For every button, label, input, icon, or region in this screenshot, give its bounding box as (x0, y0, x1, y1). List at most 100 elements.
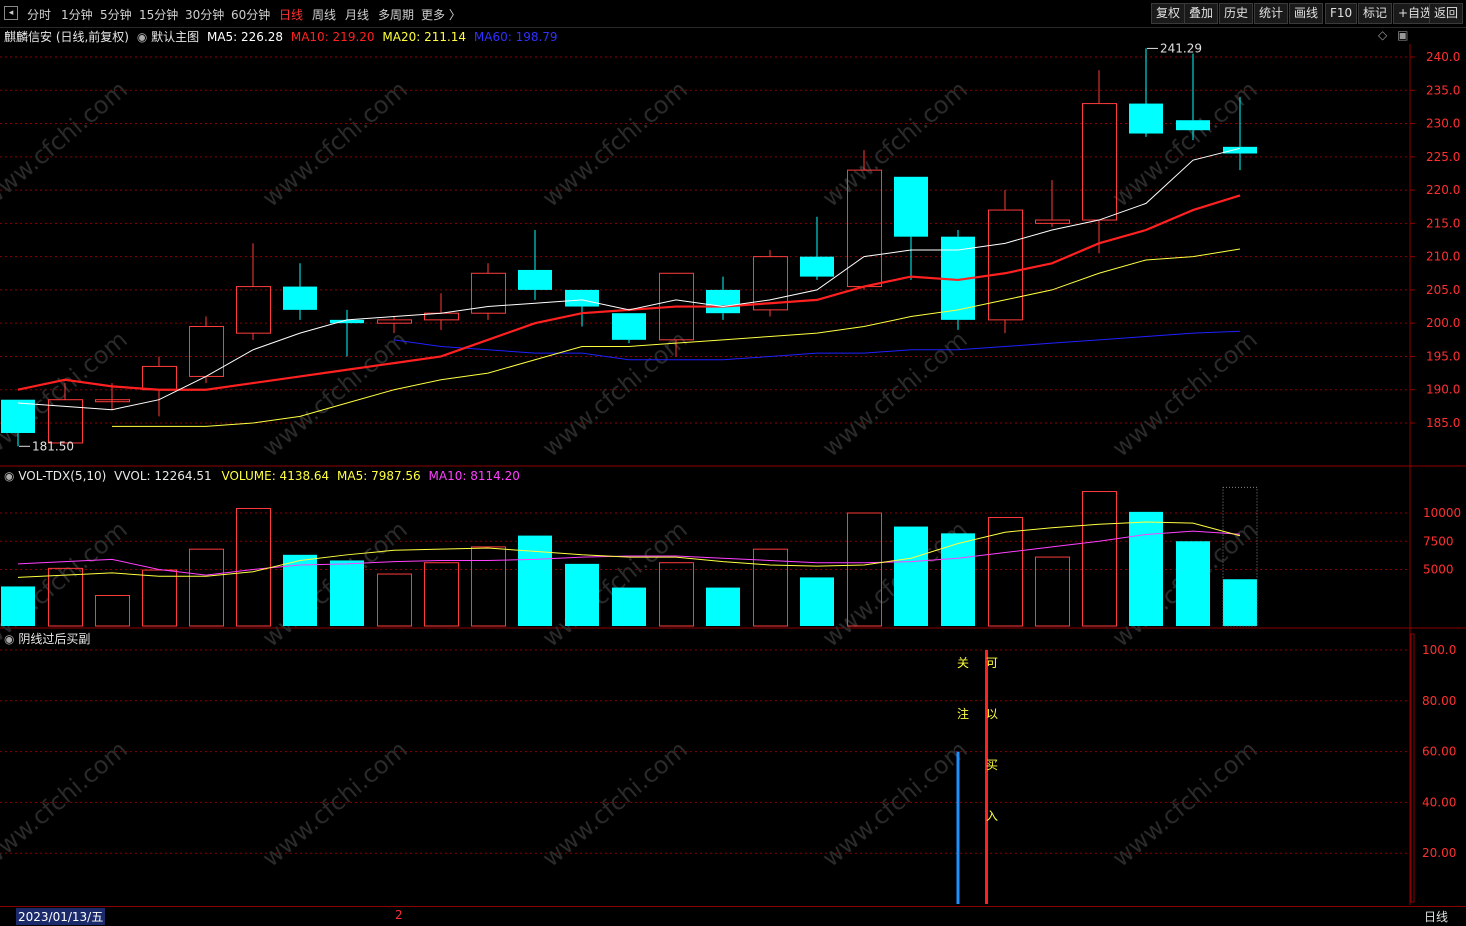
volume-bar-up (1082, 491, 1117, 627)
volume-bar-up (988, 517, 1023, 627)
high-price-label: 241.29 (1160, 41, 1202, 55)
signal-watch-text: 注 (957, 706, 969, 721)
volume-bar-up (95, 594, 130, 627)
volume-bar-up (377, 573, 412, 627)
watermark-text: www.cfchi.com (537, 735, 693, 872)
vol-indicator-name[interactable]: VOL-TDX(5,10) (18, 469, 106, 483)
volume-bar-up (1035, 556, 1070, 627)
ind-toggle-icon[interactable]: ◉ (4, 632, 14, 646)
price-tick-label: 235.0 (1426, 83, 1460, 97)
panel-controls: ◇ ▣ (1378, 28, 1408, 42)
watermark-text: www.cfchi.com (257, 325, 413, 462)
signal-buy-text: 可 (986, 656, 998, 670)
volume-bar-down (894, 526, 928, 626)
candle-body-up (988, 209, 1023, 321)
volume-bar-up (471, 546, 506, 627)
watermark-text: www.cfchi.com (0, 735, 133, 872)
watermark-text: www.cfchi.com (257, 735, 413, 872)
candle-body-up (377, 319, 412, 324)
ma5-value: MA5: 226.28 (206, 30, 284, 44)
candle-body-down (894, 176, 928, 237)
watermark-text: www.cfchi.com (1107, 325, 1263, 462)
ma10-line (17, 194, 1241, 391)
watermark-text: www.cfchi.com (257, 75, 413, 212)
volume-bar-down (612, 587, 646, 626)
ind-panel-header: ◉ 阴线过后买副 (4, 630, 90, 647)
candle-body-down (800, 256, 834, 277)
volume-bar-down (1, 586, 35, 626)
volume-bar-down (518, 535, 552, 626)
price-tick-label: 200.0 (1426, 316, 1460, 330)
candle-body-down (565, 289, 599, 307)
volume-bar-down (1129, 511, 1163, 626)
vol-ma5-value: MA5: 7987.56 (337, 469, 421, 483)
ind-indicator-name[interactable]: 阴线过后买副 (18, 632, 90, 646)
watermark-text: www.cfchi.com (0, 75, 133, 212)
price-tick-label: 230.0 (1426, 117, 1460, 131)
watermark-text: www.cfchi.com (537, 325, 693, 462)
main-panel-header: 麒麟信安 (日线,前复权) ◉ 默认主图 MA5: 226.28 MA10: 2… (4, 28, 558, 45)
signal-buy-bar (985, 650, 988, 904)
status-marker: 2 (395, 908, 403, 922)
volume-bar-down (1223, 579, 1257, 626)
price-tick-label: 195.0 (1426, 349, 1460, 363)
watermark-text: www.cfchi.com (537, 515, 693, 652)
maximize-icon[interactable]: ▣ (1397, 28, 1408, 42)
candle-body-down (1, 399, 35, 433)
candle-body-down (1176, 120, 1210, 131)
volume-bar-down (800, 577, 834, 626)
vol-ma10-value: MA10: 8114.20 (428, 469, 520, 483)
ind-tick-label: 40.00 (1422, 795, 1456, 809)
vol-toggle-icon[interactable]: ◉ (4, 469, 14, 483)
vvol-value: VVOL: 12264.51 (114, 469, 212, 483)
volume-bar-down (283, 554, 317, 626)
price-tick-label: 205.0 (1426, 283, 1460, 297)
volume-bar-up (236, 507, 271, 627)
signal-buy-text: 买 (986, 758, 998, 772)
cursor-date: 2023/01/13/五 (16, 908, 106, 925)
ma60-value: MA60: 198.79 (473, 30, 558, 44)
candle-body-down (518, 269, 552, 290)
ma60-line (393, 330, 1241, 361)
candle-body-down (1223, 146, 1257, 154)
candle-body-up (236, 286, 271, 334)
ma10-value: MA10: 219.20 (290, 30, 375, 44)
watermark-text: www.cfchi.com (1107, 735, 1263, 872)
ind-axis-frame (1410, 633, 1415, 903)
template-toggle-icon[interactable]: ◉ (137, 30, 147, 44)
diamond-icon[interactable]: ◇ (1378, 28, 1387, 42)
price-tick-label: 190.0 (1426, 383, 1460, 397)
volume-value: VOLUME: 4138.64 (221, 469, 330, 483)
signal-buy-text: 以 (986, 707, 998, 721)
candle-body-down (612, 313, 646, 340)
price-tick-label: 215.0 (1426, 216, 1460, 230)
ind-tick-label: 100.0 (1422, 643, 1456, 657)
watermark-text: www.cfchi.com (817, 735, 973, 872)
price-tick-label: 210.0 (1426, 250, 1460, 264)
signal-watch-text: 关 (957, 656, 969, 670)
volume-bar-down (565, 563, 599, 626)
ma20-value: MA20: 211.14 (382, 30, 467, 44)
signal-buy-text: 入 (986, 809, 998, 823)
watermark-text: www.cfchi.com (537, 75, 693, 212)
signal-watch-bar (956, 751, 960, 904)
ind-tick-label: 80.00 (1422, 694, 1456, 708)
ind-tick-label: 60.00 (1422, 745, 1456, 759)
volume-bar-up (189, 548, 224, 627)
low-price-label: 181.50 (32, 439, 74, 453)
volume-bar-down (706, 587, 740, 626)
volume-bar-up (142, 569, 177, 627)
candle-body-up (1035, 219, 1070, 224)
volume-bar-down (1176, 541, 1210, 626)
price-tick-label: 220.0 (1426, 183, 1460, 197)
stock-chart[interactable]: 240.0 235.0 230.0 225.0 220.0 215.0 210.0 205.0… (0, 0, 1466, 925)
status-period[interactable]: 日线 (1424, 908, 1448, 925)
stock-title: 麒麟信安 (日线,前复权) (4, 30, 129, 44)
candle-body-down (1129, 103, 1163, 134)
candle-body-up (142, 365, 177, 391)
status-bar: 2023/01/13/五 2 日线 (0, 906, 1466, 926)
vol-tick-label: 7500 (1423, 534, 1454, 548)
candle-body-down (283, 286, 317, 310)
vol-tick-label: 10000 (1423, 506, 1461, 520)
template-label[interactable]: 默认主图 (151, 30, 199, 44)
